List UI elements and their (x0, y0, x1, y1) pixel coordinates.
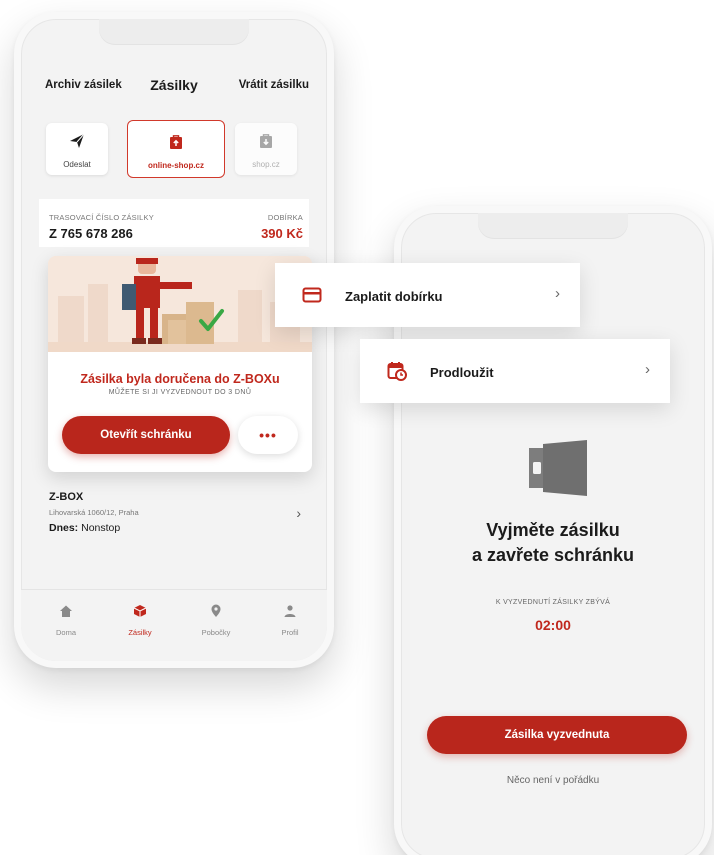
cod-amount: 390 Kč (261, 226, 303, 241)
tracking-card: TRASOVACÍ ČÍSLO ZÁSILKY Z 765 678 286 DO… (39, 199, 309, 247)
tab-shop[interactable]: shop.cz (235, 123, 297, 175)
home-icon (60, 605, 72, 617)
pay-cod-card[interactable]: Zaplatit dobírku › (275, 263, 580, 327)
chevron-right-icon: › (296, 505, 301, 521)
phone-notch (478, 213, 628, 239)
top-nav: Archiv zásilek Zásilky Vrátit zásilku (39, 77, 309, 97)
delivery-message: Zásilka byla doručena do Z-BOXu (80, 372, 280, 386)
paper-plane-icon (70, 133, 85, 148)
credit-card-icon (302, 287, 322, 303)
tab-label: online-shop.cz (148, 161, 204, 170)
archive-link[interactable]: Archiv zásilek (45, 79, 122, 91)
user-icon (284, 605, 296, 617)
nav-label: Pobočky (201, 628, 231, 637)
time-remaining-label: K VYZVEDNUTÍ ZÁSILKY ZBÝVÁ (495, 599, 611, 606)
open-box-button[interactable]: Otevřít schránku (62, 416, 230, 454)
tab-label: Odeslat (63, 160, 91, 169)
nav-label: Profil (281, 628, 299, 637)
hours-value: Nonstop (78, 522, 121, 534)
extend-label: Prodloužit (430, 365, 494, 380)
nav-branches[interactable]: Pobočky (186, 604, 246, 640)
delivery-card: Zásilka byla doručena do Z-BOXu MŮŽETE S… (48, 256, 312, 472)
open-door-icon (529, 440, 587, 496)
instruction-title: Vyjměte zásilku a zavřete schránku (401, 518, 705, 568)
countdown-timer: 02:00 (535, 617, 571, 633)
pay-cod-label: Zaplatit dobírku (345, 289, 443, 304)
shop-bag-icon (260, 134, 272, 148)
tracking-label: TRASOVACÍ ČÍSLO ZÁSILKY (49, 213, 154, 222)
nav-home[interactable]: Doma (36, 604, 96, 640)
tracking-number: Z 765 678 286 (49, 226, 133, 241)
hours-label: Dnes: (49, 522, 79, 534)
shop-bag-icon (170, 135, 182, 149)
zbox-address: Lihovarská 1060/12, Praha (49, 508, 139, 517)
nav-label: Zásilky (128, 628, 152, 637)
instruction-line-1: Vyjměte zásilku (486, 520, 620, 540)
zbox-hours: Dnes: Nonstop (49, 522, 309, 534)
parcel-picked-up-button[interactable]: Zásilka vyzvednuta (427, 716, 687, 754)
courier-illustration (48, 256, 312, 352)
location-pin-icon (211, 604, 221, 617)
phone-left: Archiv zásilek Zásilky Vrátit zásilku Od… (14, 12, 334, 668)
chevron-right-icon: › (645, 361, 650, 378)
nav-label: Doma (55, 628, 76, 637)
delivery-illustration (48, 256, 312, 352)
return-parcel-link[interactable]: Vrátit zásilku (239, 79, 309, 91)
calendar-clock-icon (387, 362, 407, 381)
zbox-location[interactable]: Z-BOX Lihovarská 1060/12, Praha Dnes: No… (49, 491, 309, 551)
extend-card[interactable]: Prodloužit › (360, 339, 670, 403)
more-options-button[interactable]: ••• (238, 416, 298, 454)
tab-send[interactable]: Odeslat (46, 123, 108, 175)
nav-parcels[interactable]: Zásilky (110, 604, 170, 640)
chevron-right-icon: › (555, 285, 560, 302)
instruction-line-2: a zavřete schránku (471, 545, 635, 565)
pickup-deadline: MŮŽETE SI JI VYZVEDNOUT DO 3 DNŮ (108, 389, 252, 396)
tab-online-shop[interactable]: online-shop.cz (127, 120, 225, 178)
report-problem-link[interactable]: Něco není v pořádku (401, 775, 705, 786)
zbox-name: Z-BOX (49, 491, 84, 503)
phone-notch (99, 19, 249, 45)
parcel-icon (133, 605, 147, 617)
nav-profile[interactable]: Profil (260, 604, 320, 640)
tab-label: shop.cz (252, 160, 280, 169)
bottom-nav: Doma Zásilky Pobočky Profil (21, 589, 327, 661)
cod-label: DOBÍRKA (267, 213, 303, 222)
page-title: Zásilky (150, 77, 198, 93)
